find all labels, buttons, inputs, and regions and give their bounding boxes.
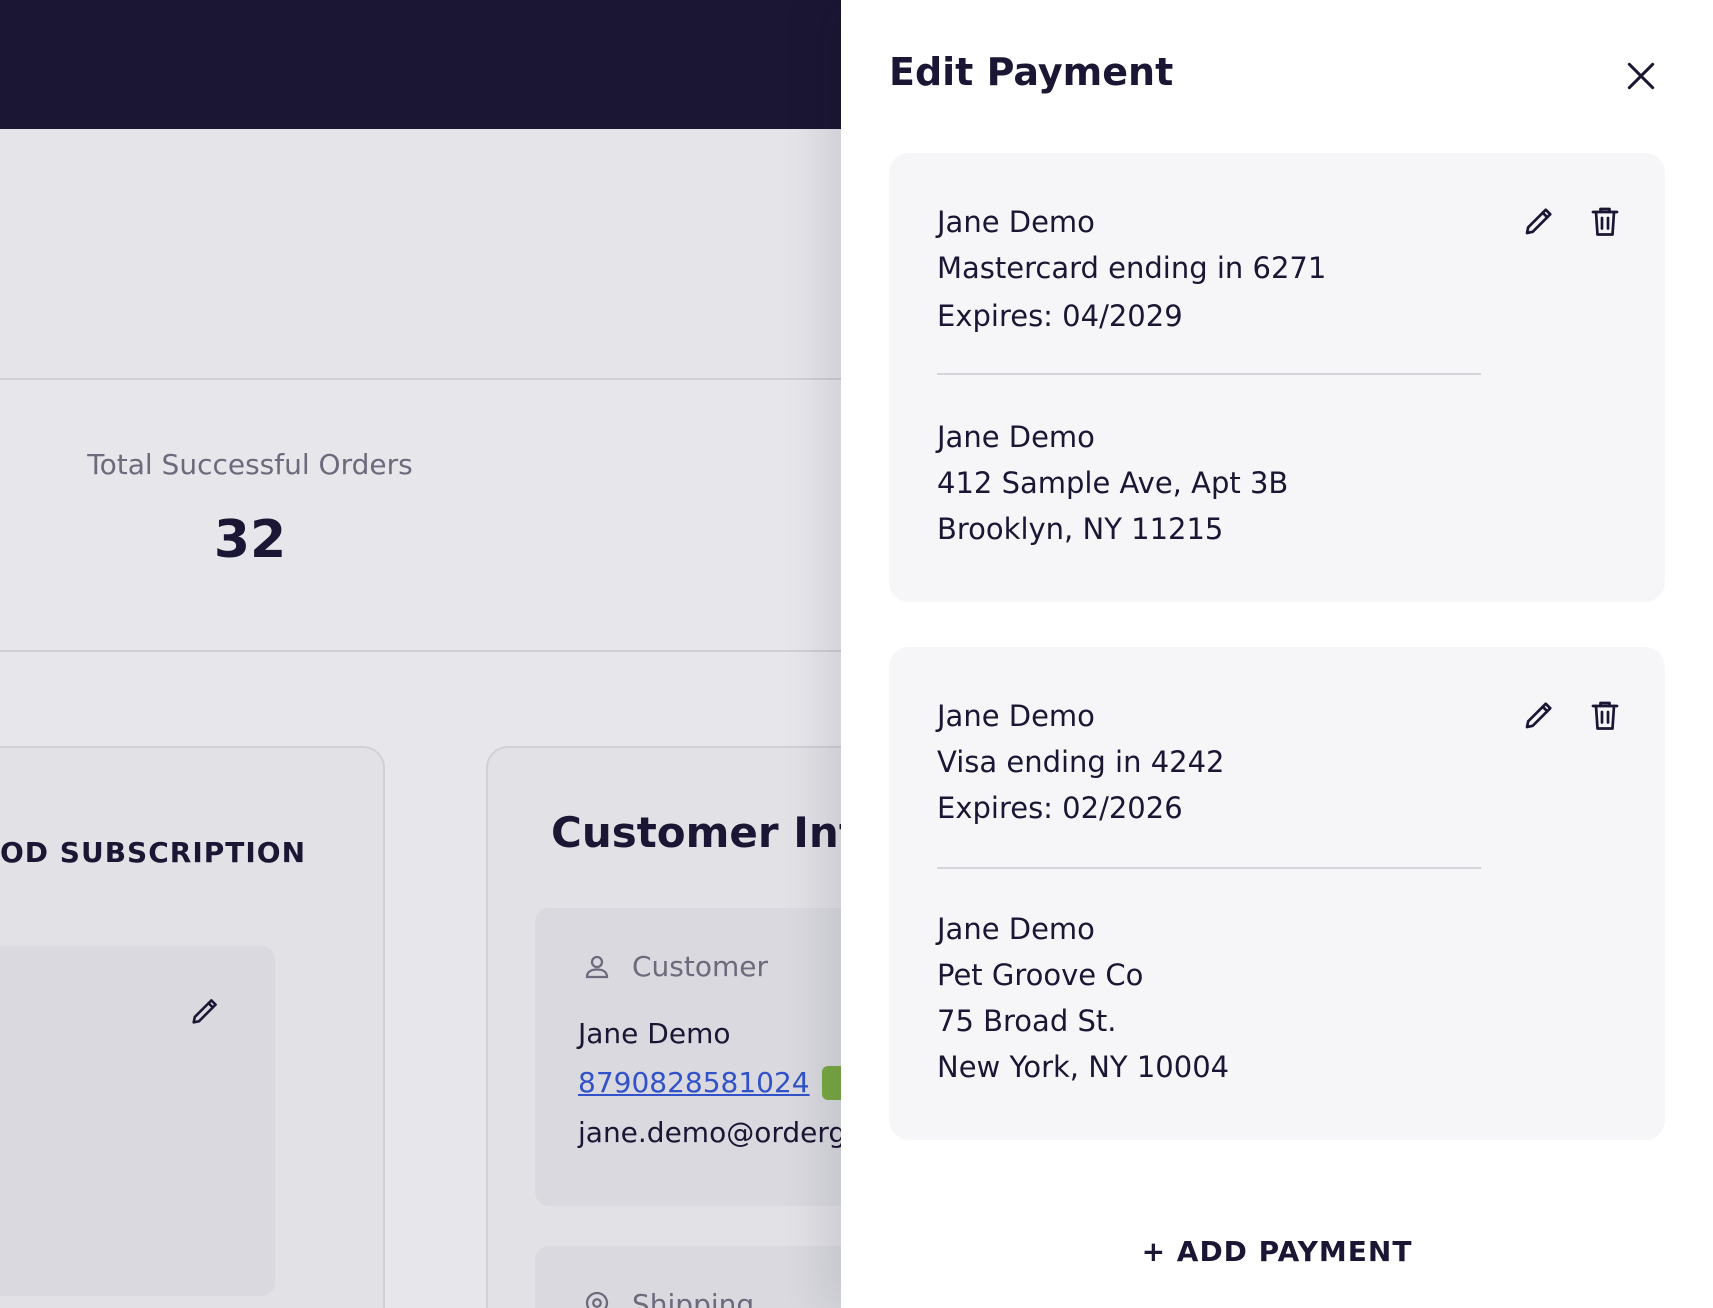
subscription-card-title: OD SUBSCRIPTION bbox=[0, 836, 307, 869]
card-expiry: Expires: 04/2029 bbox=[937, 299, 1183, 333]
close-button[interactable] bbox=[1621, 56, 1661, 96]
total-orders-label: Total Successful Orders bbox=[87, 448, 413, 481]
trash-icon bbox=[1587, 207, 1623, 242]
card-description: Visa ending in 4242 bbox=[937, 745, 1225, 779]
edit-payment-drawer: Edit Payment Jane Demo Mastercard ending… bbox=[841, 0, 1713, 1308]
trash-icon bbox=[1587, 701, 1623, 736]
subscription-detail-block bbox=[0, 946, 275, 1296]
billing-line: Jane Demo bbox=[937, 420, 1095, 454]
billing-line: Brooklyn, NY 11215 bbox=[937, 512, 1224, 546]
billing-line: Jane Demo bbox=[937, 912, 1095, 946]
card-expiry: Expires: 02/2026 bbox=[937, 791, 1183, 825]
close-icon bbox=[1621, 62, 1661, 99]
delete-payment-button[interactable] bbox=[1585, 202, 1625, 242]
shipping-section-label: Shipping bbox=[632, 1288, 755, 1308]
billing-line: Pet Groove Co bbox=[937, 958, 1144, 992]
customer-phone-link[interactable]: 8790828581024 bbox=[578, 1066, 810, 1099]
add-payment-button[interactable]: + ADD PAYMENT bbox=[1041, 1226, 1513, 1276]
pencil-icon bbox=[1521, 701, 1557, 736]
customer-section-label: Customer bbox=[632, 950, 769, 983]
edit-payment-button[interactable] bbox=[1519, 202, 1559, 242]
billing-line: 412 Sample Ave, Apt 3B bbox=[937, 466, 1289, 500]
billing-line: New York, NY 10004 bbox=[937, 1050, 1230, 1084]
card-description: Mastercard ending in 6271 bbox=[937, 251, 1327, 285]
location-pin-icon bbox=[582, 1288, 612, 1308]
card-holder-name: Jane Demo bbox=[937, 205, 1095, 239]
total-orders-value: 32 bbox=[213, 510, 287, 570]
edit-payment-button[interactable] bbox=[1519, 696, 1559, 736]
card-divider bbox=[937, 867, 1481, 869]
drawer-title: Edit Payment bbox=[889, 50, 1174, 94]
customer-name: Jane Demo bbox=[578, 1017, 731, 1050]
delete-payment-button[interactable] bbox=[1585, 696, 1625, 736]
card-divider bbox=[937, 373, 1481, 375]
payment-method-card: Jane Demo Mastercard ending in 6271 Expi… bbox=[889, 153, 1665, 602]
customer-info-title: Customer Info bbox=[551, 808, 886, 857]
pencil-icon[interactable] bbox=[188, 994, 222, 1028]
pencil-icon bbox=[1521, 207, 1557, 242]
billing-line: 75 Broad St. bbox=[937, 1004, 1117, 1038]
payment-method-card: Jane Demo Visa ending in 4242 Expires: 0… bbox=[889, 647, 1665, 1140]
card-holder-name: Jane Demo bbox=[937, 699, 1095, 733]
person-icon bbox=[582, 952, 612, 982]
customer-email: jane.demo@ordergr bbox=[578, 1116, 858, 1149]
